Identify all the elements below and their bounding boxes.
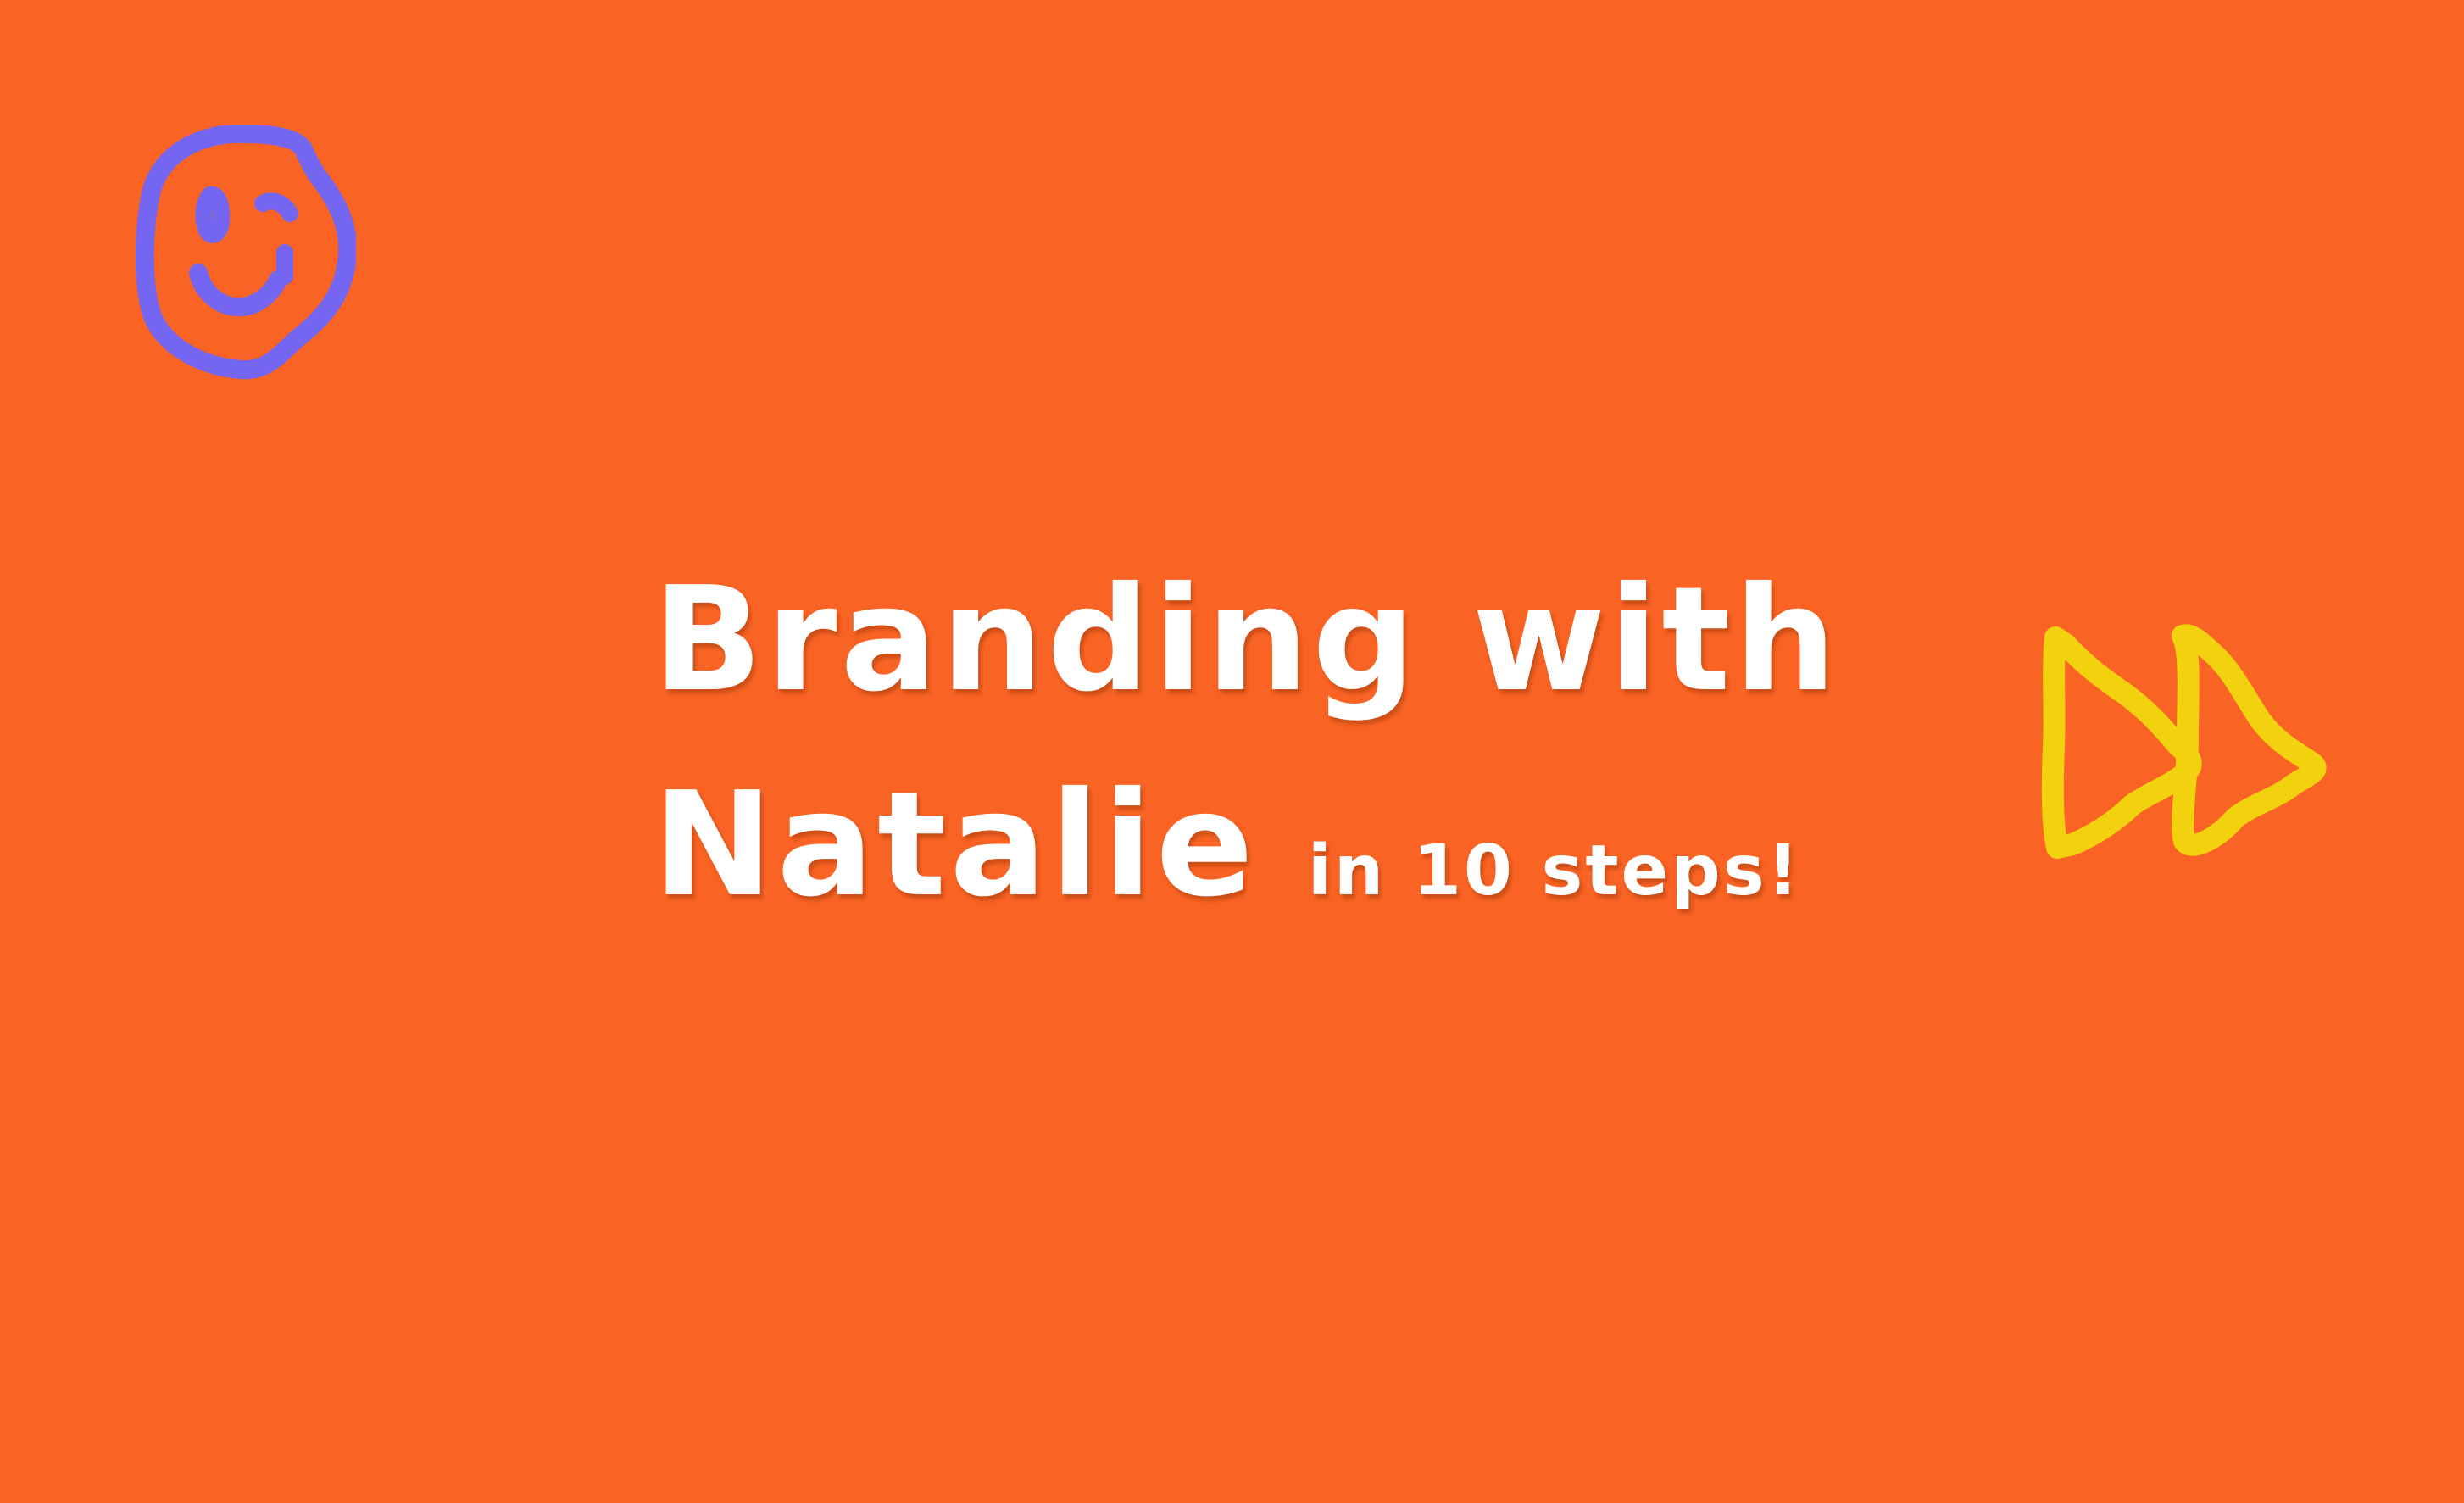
title-block: Branding with Natalie in 10 steps! bbox=[653, 543, 1839, 943]
smiley-face-icon bbox=[136, 125, 356, 380]
fast-forward-icon[interactable] bbox=[2022, 619, 2335, 873]
slide-title-line2-row: Natalie in 10 steps! bbox=[653, 748, 1839, 943]
slide-title-line2: Natalie bbox=[653, 761, 1257, 929]
slide-title-line1: Branding with bbox=[653, 556, 1840, 724]
slide-subtitle: in 10 steps! bbox=[1307, 831, 1802, 911]
title-slide: Branding with Natalie in 10 steps! bbox=[0, 0, 2464, 1503]
